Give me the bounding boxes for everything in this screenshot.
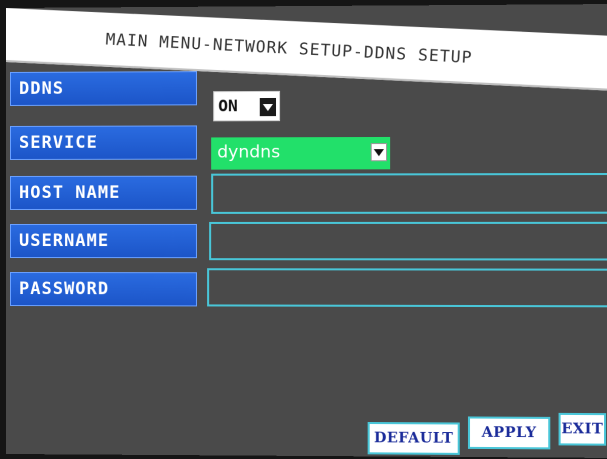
username-input[interactable]	[209, 221, 607, 261]
chevron-down-icon[interactable]	[370, 143, 388, 162]
monitor-bezel: MAIN MENU-NETWORK SETUP-DDNS SETUP DDNS …	[0, 0, 607, 459]
host-name-label: HOST NAME	[9, 175, 197, 210]
service-label: SERVICE	[9, 125, 197, 160]
exit-button[interactable]: EXIT	[558, 412, 607, 446]
service-select[interactable]: dyndns	[211, 136, 391, 170]
password-label: PASSWORD	[9, 272, 197, 307]
password-input[interactable]	[207, 268, 607, 308]
chevron-down-icon[interactable]	[259, 97, 277, 117]
service-value: dyndns	[217, 142, 281, 163]
apply-button[interactable]: APPLY	[467, 416, 551, 450]
default-button[interactable]: DEFAULT	[367, 421, 460, 455]
dvr-screen: MAIN MENU-NETWORK SETUP-DDNS SETUP DDNS …	[6, 4, 607, 458]
ddns-select[interactable]: ON	[213, 90, 281, 122]
host-name-input[interactable]	[211, 172, 607, 214]
ddns-label: DDNS	[9, 71, 197, 106]
username-label: USERNAME	[9, 223, 197, 259]
ddns-value: ON	[218, 96, 238, 116]
